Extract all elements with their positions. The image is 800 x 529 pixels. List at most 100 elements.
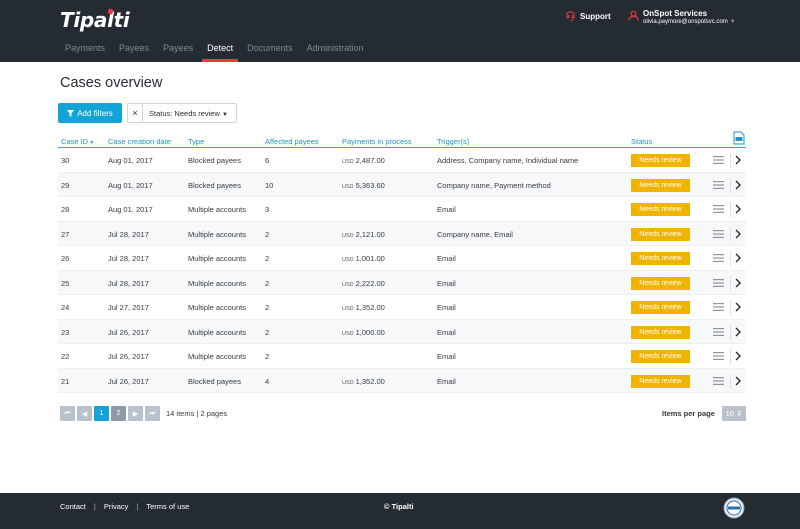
support-link[interactable]: Support [565,11,611,22]
status-filter-chip[interactable]: × Status: Needs review ▼ [127,103,237,123]
page-2-button[interactable]: 2 [111,406,126,421]
cell-affected-payees: 2 [265,278,270,288]
col-type[interactable]: Type [188,137,204,146]
table-row[interactable]: 21 Jul 26, 2017 Blocked payees 4 USD 1,352.00… [58,368,746,393]
table-row[interactable]: 25 Jul 28, 2017 Multiple accounts 2 USD 2,222… [58,270,746,295]
currency-label: USD [342,330,354,337]
menu-icon[interactable] [713,180,724,190]
cell-triggers: Email [437,376,456,386]
chevron-right-icon[interactable] [734,253,742,263]
chevron-right-icon[interactable] [734,351,742,361]
footer-terms-link[interactable]: Terms of use [146,502,189,511]
menu-icon[interactable] [713,229,724,239]
table-row[interactable]: 27 Jul 28, 2017 Multiple accounts 2 USD 2,121… [58,221,746,246]
status-badge: Needs review [631,178,690,192]
table-row[interactable]: 23 Jul 26, 2017 Multiple accounts 2 USD 1,000… [58,319,746,344]
table-row[interactable]: 24 Jul 27, 2017 Multiple accounts 2 USD 1,352… [58,295,746,320]
menu-icon[interactable] [713,204,724,214]
nav-detect[interactable]: Detect [202,41,239,62]
table-row[interactable]: 26 Jul 28, 2017 Multiple accounts 2 USD 1,001… [58,246,746,271]
row-divider [730,177,731,193]
row-divider [730,153,731,168]
cell-payments-in-process: USD 1,001.00 [342,254,385,263]
row-divider [730,226,731,242]
row-divider [730,324,731,340]
col-case-id[interactable]: Case ID ▾ [61,137,93,146]
status-badge: Needs review [631,154,690,167]
cell-affected-payees: 6 [265,156,270,165]
cell-payments-in-process: USD 1,352.00 [342,377,385,386]
table-row[interactable]: 29 Aug 01, 2017 Blocked payees 10 USD 5,363.6… [58,172,746,197]
col-triggers[interactable]: Trigger(s) [437,137,469,146]
chevron-right-icon[interactable] [734,155,742,165]
col-payments-in-process[interactable]: Payments in process [342,137,412,146]
chevron-right-icon[interactable] [734,302,742,312]
last-page-button[interactable]: ⏭ [145,406,160,421]
footer-privacy-link[interactable]: Privacy [104,502,129,511]
footer-links: Contact | Privacy | Terms of use [60,502,189,511]
cell-case-id: 27 [61,229,70,239]
menu-icon[interactable] [713,351,724,361]
table-row[interactable]: 28 Aug 01, 2017 Multiple accounts 3 Email Nee… [58,197,746,222]
chevron-right-icon[interactable] [734,204,742,214]
cell-payments-in-process: USD 2,222.00 [342,279,385,288]
amount-value: 1,352.00 [355,303,385,312]
filter-chip-label[interactable]: Status: Needs review ▼ [143,109,236,118]
menu-icon[interactable] [713,376,724,386]
col-affected-payees[interactable]: Affected payees [265,137,319,146]
cell-affected-payees: 3 [265,205,270,214]
table-row[interactable]: 30 Aug 01, 2017 Blocked payees 6 USD 2,487.00… [58,148,746,173]
footer-separator: | [136,502,139,511]
menu-icon[interactable] [713,253,724,263]
chevron-right-icon[interactable] [734,278,742,288]
menu-icon[interactable] [713,278,724,288]
cell-case-id: 24 [61,303,70,312]
account-menu[interactable]: OnSpot Services olivia.paymore@onspotsvc… [628,9,736,25]
add-filters-button[interactable]: Add filters [58,103,122,123]
account-name: OnSpot Services [643,9,708,18]
chevron-down-icon: ▼ [729,19,736,25]
nav-payees[interactable]: Payees [114,41,154,62]
export-icon[interactable] [733,131,745,145]
nav-administration[interactable]: Administration [302,41,369,62]
cell-triggers: Email [437,327,456,337]
tipalti-logo[interactable]: Tipalti [60,8,130,32]
cell-case-id: 21 [61,376,70,386]
remove-filter-button[interactable]: × [128,104,143,122]
chevron-right-icon[interactable] [734,180,742,190]
support-icon [566,11,575,22]
chevron-right-icon[interactable] [734,376,742,386]
row-divider [730,275,731,291]
cell-type: Multiple accounts [188,352,246,361]
prev-page-button[interactable]: ◀ [77,406,92,421]
col-status[interactable]: Status [631,137,652,146]
items-per-page-select[interactable]: 10 ⇕ [722,406,746,421]
cell-case-id: 23 [61,327,70,337]
cell-case-id: 25 [61,278,70,288]
page-1-button[interactable]: 1 [94,406,109,421]
nav-payees-2[interactable]: Payees [158,41,198,62]
col-case-creation-date[interactable]: Case creation date [108,137,171,146]
first-page-button[interactable]: ⏮ [60,406,75,421]
row-divider [730,373,731,389]
top-header: Tipalti Support OnSpot Services olivia.p… [0,0,800,62]
status-badge: Needs review [631,227,690,241]
menu-icon[interactable] [713,155,724,165]
footer-contact-link[interactable]: Contact [60,502,86,511]
nav-documents[interactable]: Documents [242,41,298,62]
next-page-button[interactable]: ▶ [128,406,143,421]
row-divider [730,251,731,266]
chevron-right-icon[interactable] [734,229,742,239]
nav-payments[interactable]: Payments [60,41,110,62]
amount-value: 2,222.00 [355,278,385,288]
cell-affected-payees: 10 [265,180,274,190]
footer-separator: | [93,502,96,511]
chevron-right-icon[interactable] [734,327,742,337]
cell-triggers: Company name, Email [437,229,513,239]
menu-icon[interactable] [713,302,724,312]
cell-creation-date: Aug 01, 2017 [108,205,153,214]
menu-icon[interactable] [713,327,724,337]
amount-value: 1,352.00 [355,376,385,386]
table-row[interactable]: 22 Jul 26, 2017 Multiple accounts 2 Email Nee… [58,344,746,369]
cell-creation-date: Jul 28, 2017 [108,229,149,239]
